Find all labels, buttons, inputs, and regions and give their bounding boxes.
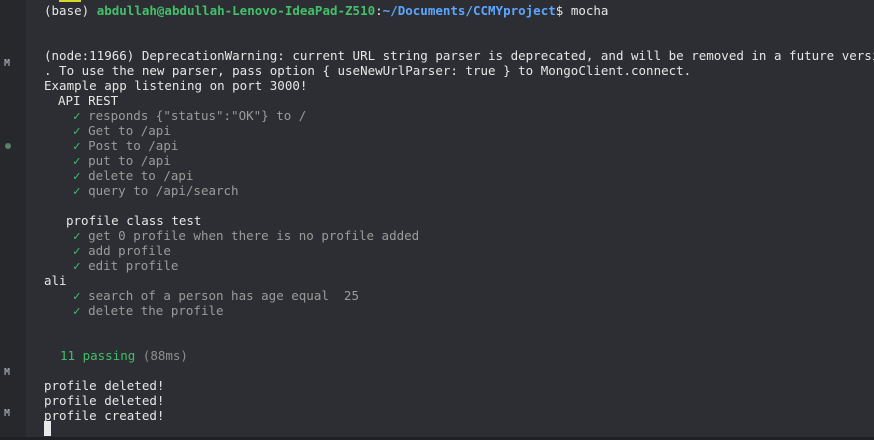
cwd-path: ~/Documents/CCMYproject bbox=[382, 3, 556, 18]
console-log: profile deleted! bbox=[44, 393, 165, 408]
terminal-window: M M M (base) abdullah@abdullah-Lenovo-Id… bbox=[0, 0, 874, 440]
check-icon: ✓ bbox=[73, 138, 81, 153]
modified-marker: M bbox=[4, 58, 11, 69]
test-result: ✓ responds {"status":"OK"} to / bbox=[73, 108, 306, 123]
check-icon: ✓ bbox=[73, 123, 81, 138]
test-result: ✓ get 0 profile when there is no profile… bbox=[73, 228, 419, 243]
modified-marker: M bbox=[4, 367, 11, 378]
suite-title-api: API REST bbox=[58, 93, 119, 108]
command: mocha bbox=[570, 3, 609, 18]
test-result: ✓ edit profile bbox=[73, 258, 178, 273]
terminal-output[interactable]: (base) abdullah@abdullah-Lenovo-IdeaPad-… bbox=[26, 0, 874, 440]
check-icon: ✓ bbox=[73, 168, 81, 183]
passing-count: 11 passing bbox=[60, 348, 136, 363]
editor-gutter: M M M bbox=[0, 0, 26, 440]
deprecation-warning-cont: . To use the new parser, pass option { u… bbox=[44, 63, 692, 78]
test-result: ✓ query to /api/search bbox=[73, 183, 239, 198]
test-title: delete the profile bbox=[88, 303, 224, 318]
passing-summary: 11 passing (88ms) bbox=[60, 348, 188, 363]
check-icon: ✓ bbox=[73, 228, 81, 243]
user-host: abdullah@abdullah-Lenovo-IdeaPad-Z510 bbox=[96, 3, 376, 18]
test-title: add profile bbox=[88, 243, 171, 258]
test-result: ✓ put to /api bbox=[73, 153, 171, 168]
test-title: delete to /api bbox=[88, 168, 194, 183]
test-title: responds {"status":"OK"} to / bbox=[88, 108, 307, 123]
check-icon: ✓ bbox=[73, 108, 81, 123]
terminal-cursor bbox=[44, 421, 51, 436]
console-log: profile created! bbox=[44, 408, 165, 423]
check-icon: ✓ bbox=[73, 303, 81, 318]
suite-title-profile: profile class test bbox=[66, 213, 202, 228]
test-result: ✓ Get to /api bbox=[73, 123, 171, 138]
check-icon: ✓ bbox=[73, 258, 81, 273]
test-title: put to /api bbox=[88, 153, 171, 168]
check-icon: ✓ bbox=[73, 153, 81, 168]
modified-marker: M bbox=[4, 408, 11, 419]
duration: (88ms) bbox=[142, 348, 188, 363]
test-result: ✓ delete to /api bbox=[73, 168, 193, 183]
test-result: ✓ search of a person has age equal 25 bbox=[73, 288, 359, 303]
prompt-symbol: $ bbox=[555, 3, 564, 18]
test-title: query to /api/search bbox=[88, 183, 239, 198]
test-title: Post to /api bbox=[88, 138, 179, 153]
check-icon: ✓ bbox=[73, 288, 81, 303]
test-title: edit profile bbox=[88, 258, 179, 273]
prompt-separator: : bbox=[375, 3, 383, 18]
console-log: profile deleted! bbox=[44, 378, 165, 393]
console-log: ali bbox=[44, 273, 67, 288]
selection-highlight bbox=[59, 0, 81, 2]
check-icon: ✓ bbox=[73, 243, 81, 258]
test-title: Get to /api bbox=[88, 123, 171, 138]
status-dot bbox=[5, 143, 11, 149]
server-listening: Example app listening on port 3000! bbox=[44, 78, 308, 93]
test-result: ✓ Post to /api bbox=[73, 138, 178, 153]
test-title: search of a person has age equal 25 bbox=[88, 288, 359, 303]
test-title: get 0 profile when there is no profile a… bbox=[88, 228, 420, 243]
prompt-line: (base) abdullah@abdullah-Lenovo-IdeaPad-… bbox=[44, 3, 608, 18]
test-result: ✓ delete the profile bbox=[73, 303, 224, 318]
deprecation-warning: (node:11966) DeprecationWarning: current… bbox=[44, 48, 874, 63]
conda-env: (base) bbox=[44, 3, 90, 18]
check-icon: ✓ bbox=[73, 183, 81, 198]
test-result: ✓ add profile bbox=[73, 243, 171, 258]
